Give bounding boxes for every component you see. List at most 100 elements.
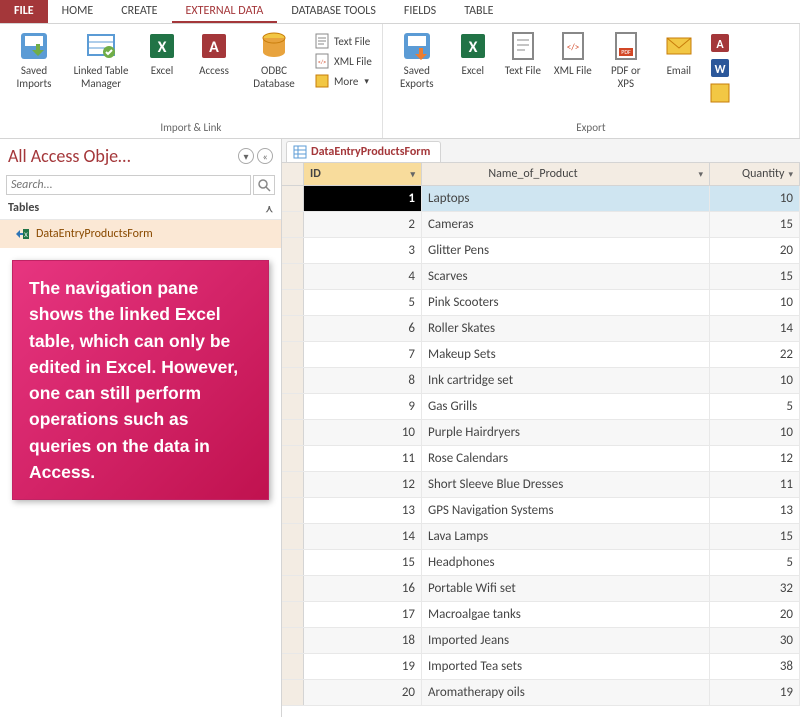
cell-name[interactable]: Glitter Pens xyxy=(422,238,710,263)
cell-quantity[interactable]: 20 xyxy=(710,238,800,263)
row-selector[interactable] xyxy=(282,524,304,549)
cell-name[interactable]: Ink cartridge set xyxy=(422,368,710,393)
table-row[interactable]: 12Short Sleeve Blue Dresses11 xyxy=(282,472,800,498)
cell-quantity[interactable]: 19 xyxy=(710,680,800,705)
cell-id[interactable]: 2 xyxy=(304,212,422,237)
row-selector[interactable] xyxy=(282,550,304,575)
cell-name[interactable]: Portable Wifi set xyxy=(422,576,710,601)
cell-id[interactable]: 6 xyxy=(304,316,422,341)
cell-quantity[interactable]: 10 xyxy=(710,368,800,393)
row-selector[interactable] xyxy=(282,238,304,263)
tab-external-data[interactable]: EXTERNAL DATA xyxy=(172,0,278,23)
cell-quantity[interactable]: 15 xyxy=(710,524,800,549)
cell-quantity[interactable]: 12 xyxy=(710,446,800,471)
dropdown-icon[interactable]: ▾ xyxy=(410,169,415,180)
cell-name[interactable]: Cameras xyxy=(422,212,710,237)
cell-quantity[interactable]: 15 xyxy=(710,264,800,289)
column-header-quantity[interactable]: Quantity▾ xyxy=(710,163,800,185)
cell-id[interactable]: 17 xyxy=(304,602,422,627)
cell-id[interactable]: 13 xyxy=(304,498,422,523)
table-row[interactable]: 13GPS Navigation Systems13 xyxy=(282,498,800,524)
import-text-file-button[interactable]: Text File xyxy=(310,32,376,50)
cell-name[interactable]: Macroalgae tanks xyxy=(422,602,710,627)
row-selector[interactable] xyxy=(282,290,304,315)
table-row[interactable]: 1Laptops10 xyxy=(282,186,800,212)
table-row[interactable]: 10Purple Hairdryers10 xyxy=(282,420,800,446)
import-access-button[interactable]: A Access xyxy=(190,28,238,79)
row-selector[interactable] xyxy=(282,472,304,497)
tab-fields[interactable]: FIELDS xyxy=(390,0,450,23)
cell-quantity[interactable]: 10 xyxy=(710,420,800,445)
row-selector[interactable] xyxy=(282,680,304,705)
cell-quantity[interactable]: 11 xyxy=(710,472,800,497)
cell-name[interactable]: Aromatherapy oils xyxy=(422,680,710,705)
document-tab[interactable]: DataEntryProductsForm xyxy=(286,141,441,162)
linked-table-item[interactable]: X DataEntryProductsForm xyxy=(0,220,281,248)
row-selector[interactable] xyxy=(282,498,304,523)
table-row[interactable]: 9Gas Grills5 xyxy=(282,394,800,420)
cell-id[interactable]: 4 xyxy=(304,264,422,289)
cell-quantity[interactable]: 14 xyxy=(710,316,800,341)
cell-id[interactable]: 20 xyxy=(304,680,422,705)
table-row[interactable]: 2Cameras15 xyxy=(282,212,800,238)
cell-id[interactable]: 14 xyxy=(304,524,422,549)
table-row[interactable]: 19Imported Tea sets38 xyxy=(282,654,800,680)
cell-quantity[interactable]: 5 xyxy=(710,394,800,419)
cell-name[interactable]: Imported Jeans xyxy=(422,628,710,653)
row-selector[interactable] xyxy=(282,394,304,419)
import-more-button[interactable]: More▾ xyxy=(310,72,376,90)
dropdown-icon[interactable]: ▾ xyxy=(698,169,703,180)
row-selector[interactable] xyxy=(282,420,304,445)
search-button[interactable] xyxy=(253,175,275,195)
import-xml-file-button[interactable]: </>XML File xyxy=(310,52,376,70)
cell-id[interactable]: 7 xyxy=(304,342,422,367)
cell-id[interactable]: 19 xyxy=(304,654,422,679)
access-export-icon[interactable]: A xyxy=(709,32,731,54)
tab-file[interactable]: FILE xyxy=(0,0,48,23)
cell-quantity[interactable]: 10 xyxy=(710,290,800,315)
row-selector[interactable] xyxy=(282,446,304,471)
row-selector[interactable] xyxy=(282,628,304,653)
table-row[interactable]: 16Portable Wifi set32 xyxy=(282,576,800,602)
saved-exports-button[interactable]: Saved Exports xyxy=(389,28,445,92)
table-row[interactable]: 3Glitter Pens20 xyxy=(282,238,800,264)
tab-database-tools[interactable]: DATABASE TOOLS xyxy=(277,0,389,23)
cell-quantity[interactable]: 38 xyxy=(710,654,800,679)
table-row[interactable]: 15Headphones5 xyxy=(282,550,800,576)
cell-id[interactable]: 10 xyxy=(304,420,422,445)
more-export-icon[interactable] xyxy=(709,82,731,104)
table-row[interactable]: 8Ink cartridge set10 xyxy=(282,368,800,394)
nav-options-icon[interactable]: ▾ xyxy=(238,148,254,164)
cell-id[interactable]: 5 xyxy=(304,290,422,315)
row-selector[interactable] xyxy=(282,602,304,627)
cell-name[interactable]: Lava Lamps xyxy=(422,524,710,549)
row-selector[interactable] xyxy=(282,654,304,679)
cell-id[interactable]: 1 xyxy=(304,186,422,211)
cell-id[interactable]: 16 xyxy=(304,576,422,601)
cell-name[interactable]: Headphones xyxy=(422,550,710,575)
tables-group-header[interactable]: Tables⋏ xyxy=(0,197,281,220)
cell-name[interactable]: GPS Navigation Systems xyxy=(422,498,710,523)
export-email-button[interactable]: Email xyxy=(657,28,701,79)
cell-name[interactable]: Makeup Sets xyxy=(422,342,710,367)
row-selector[interactable] xyxy=(282,576,304,601)
cell-id[interactable]: 8 xyxy=(304,368,422,393)
cell-id[interactable]: 9 xyxy=(304,394,422,419)
export-text-button[interactable]: Text File xyxy=(501,28,545,79)
cell-quantity[interactable]: 30 xyxy=(710,628,800,653)
cell-name[interactable]: Roller Skates xyxy=(422,316,710,341)
odbc-database-button[interactable]: ODBC Database xyxy=(244,28,304,92)
cell-quantity[interactable]: 20 xyxy=(710,602,800,627)
tab-create[interactable]: CREATE xyxy=(107,0,171,23)
row-selector[interactable] xyxy=(282,186,304,211)
cell-name[interactable]: Pink Scooters xyxy=(422,290,710,315)
cell-name[interactable]: Scarves xyxy=(422,264,710,289)
cell-id[interactable]: 12 xyxy=(304,472,422,497)
cell-quantity[interactable]: 10 xyxy=(710,186,800,211)
row-selector[interactable] xyxy=(282,368,304,393)
table-row[interactable]: 14Lava Lamps15 xyxy=(282,524,800,550)
nav-collapse-icon[interactable]: « xyxy=(257,148,273,164)
cell-quantity[interactable]: 15 xyxy=(710,212,800,237)
row-selector[interactable] xyxy=(282,316,304,341)
cell-quantity[interactable]: 5 xyxy=(710,550,800,575)
